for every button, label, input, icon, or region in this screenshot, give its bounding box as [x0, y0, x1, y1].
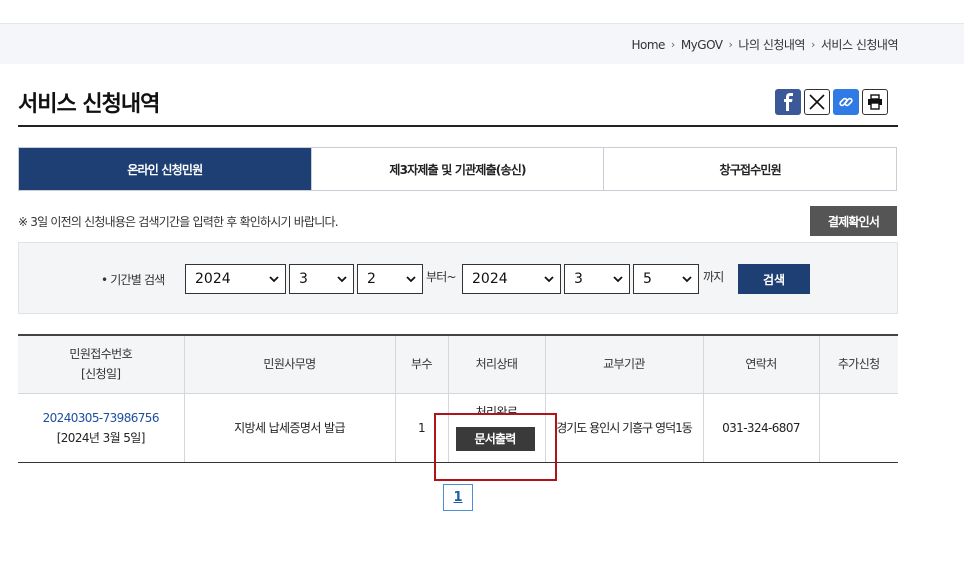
facebook-icon[interactable] — [775, 89, 801, 115]
print-icon[interactable] — [862, 89, 888, 115]
to-day-value: 5 — [643, 271, 652, 287]
to-year-select[interactable]: 2024 — [462, 264, 561, 294]
breadcrumb-bar: Home › MyGOV › 나의 신청내역 › 서비스 신청내역 — [0, 23, 964, 64]
header-extra: 추가신청 — [819, 334, 898, 394]
header-receipt-no: 민원접수번호 [신청일] — [18, 334, 185, 394]
from-day-value: 2 — [367, 271, 376, 287]
page-1-link[interactable]: 1 — [443, 484, 473, 511]
tab-bar: 온라인 신청민원 제3자제출 및 기관제출(송신) 창구접수민원 — [18, 147, 897, 191]
breadcrumb-current: 서비스 신청내역 — [820, 38, 899, 52]
receipt-number-link[interactable]: 20240305-73986756 — [18, 408, 184, 428]
from-day-select[interactable]: 2 — [357, 264, 423, 294]
to-month-select[interactable]: 3 — [564, 264, 630, 294]
tab-online-applications[interactable]: 온라인 신청민원 — [19, 148, 312, 190]
x-icon[interactable] — [804, 89, 830, 115]
chevron-right-icon: › — [810, 38, 815, 51]
header-copies: 부수 — [395, 334, 449, 394]
breadcrumb-mygov[interactable]: MyGOV — [681, 38, 723, 52]
application-date: [2024년 3월 5일] — [56, 430, 146, 445]
link-icon[interactable] — [833, 89, 859, 115]
to-day-select[interactable]: 5 — [633, 264, 699, 294]
to-suffix-label: 까지 — [703, 270, 724, 284]
header-contact: 연락처 — [703, 334, 820, 394]
tab-counter-applications[interactable]: 창구접수민원 — [604, 148, 897, 190]
chevron-down-icon — [269, 276, 279, 283]
period-search-label: • 기간별 검색 — [101, 273, 165, 287]
chevron-down-icon — [544, 276, 554, 283]
title-divider — [18, 125, 898, 127]
chevron-right-icon: › — [670, 38, 675, 51]
to-year-value: 2024 — [472, 271, 508, 287]
header-receipt-no-label: 민원접수번호 — [69, 347, 133, 362]
search-panel: • 기간별 검색 2024 3 2 부터~ 2024 3 5 까지 검색 — [18, 242, 898, 314]
to-month-value: 3 — [574, 271, 583, 287]
payment-receipt-button[interactable]: 결제확인서 — [810, 206, 897, 236]
breadcrumb-home[interactable]: Home — [631, 38, 665, 52]
cell-agency: 경기도 용인시 기흥구 영덕1동 — [545, 393, 704, 463]
highlight-box — [434, 413, 557, 481]
cell-extra — [819, 393, 898, 463]
tab-third-party-submission[interactable]: 제3자제출 및 기관제출(송신) — [311, 148, 605, 190]
from-year-select[interactable]: 2024 — [185, 264, 286, 294]
chevron-down-icon — [613, 276, 623, 283]
chevron-down-icon — [406, 276, 416, 283]
from-month-select[interactable]: 3 — [289, 264, 354, 294]
page-title: 서비스 신청내역 — [18, 92, 160, 117]
search-button[interactable]: 검색 — [738, 264, 810, 294]
chevron-down-icon — [337, 276, 347, 283]
header-service: 민원사무명 — [184, 334, 396, 394]
from-suffix-label: 부터~ — [426, 270, 457, 284]
search-notice: ※ 3일 이전의 신청내용은 검색기간을 입력한 후 확인하시기 바랍니다. — [18, 215, 339, 229]
breadcrumb-my-applications[interactable]: 나의 신청내역 — [738, 36, 805, 53]
cell-contact: 031-324-6807 — [703, 393, 820, 463]
chevron-down-icon — [682, 276, 692, 283]
cell-service: 지방세 납세증명서 발급 — [184, 393, 396, 463]
header-receipt-date-label: [신청일] — [81, 367, 121, 382]
share-toolbar — [775, 89, 888, 115]
breadcrumb: Home › MyGOV › 나의 신청내역 › 서비스 신청내역 — [631, 24, 898, 65]
chevron-right-icon: › — [728, 38, 733, 51]
table-header-row: 민원접수번호 [신청일] 민원사무명 부수 처리상태 교부기관 연락처 추가신청 — [18, 334, 898, 394]
from-year-value: 2024 — [195, 271, 231, 287]
from-month-value: 3 — [299, 271, 308, 287]
header-agency: 교부기관 — [545, 334, 704, 394]
cell-receipt-no: 20240305-73986756 [2024년 3월 5일] — [18, 393, 185, 463]
header-status: 처리상태 — [448, 334, 546, 394]
